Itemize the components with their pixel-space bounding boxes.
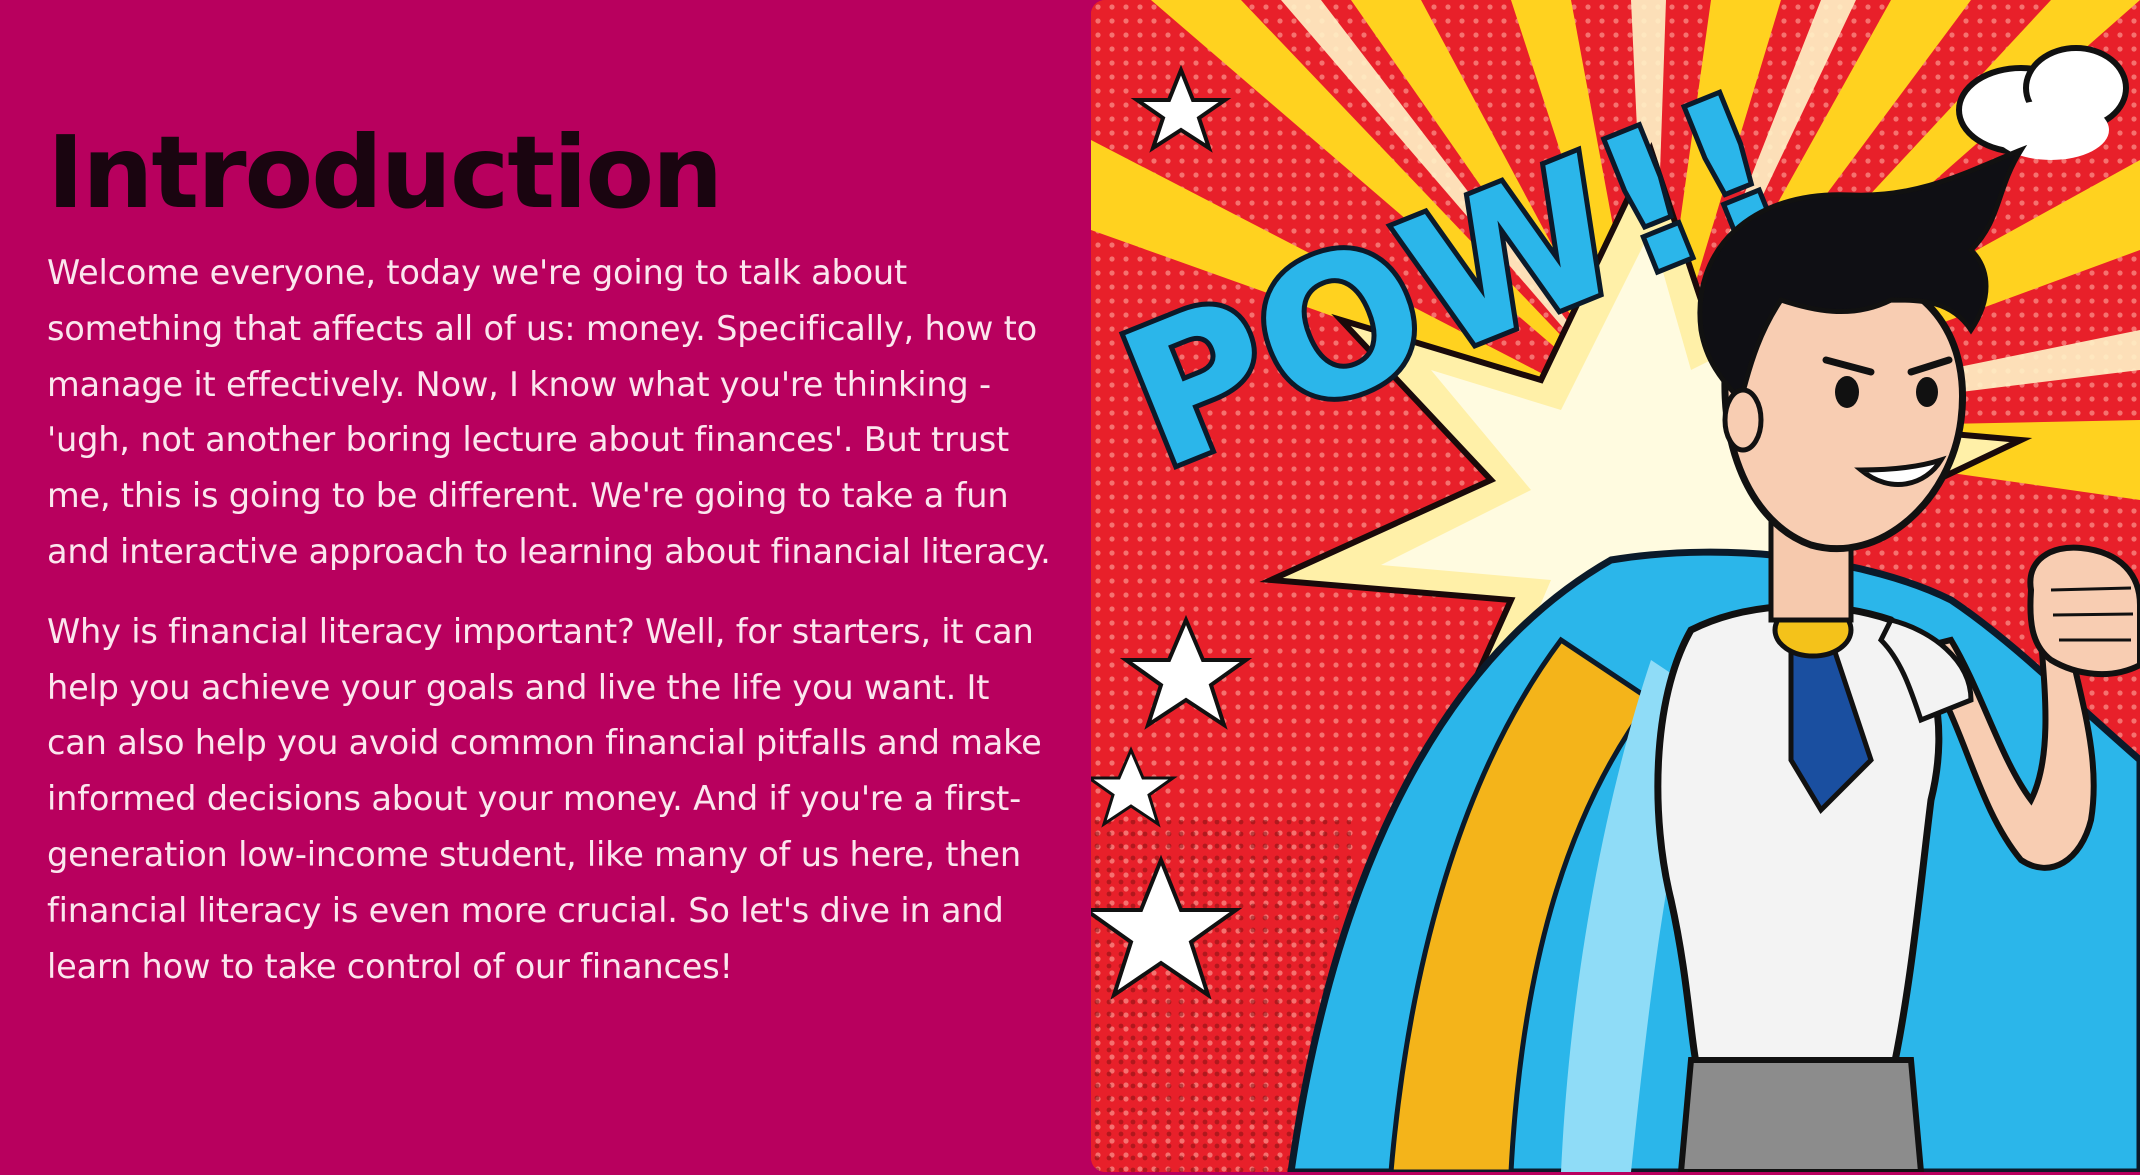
intro-paragraph-2: Why is financial literacy important? Wel… <box>47 611 1042 986</box>
intro-paragraph-1: Welcome everyone, today we're going to t… <box>47 253 1051 571</box>
text-column: Introduction Welcome everyone, today we'… <box>47 110 1057 994</box>
comic-illustration: POW!! <box>1091 0 2140 1172</box>
slide-title: Introduction <box>47 114 723 231</box>
hero-fist <box>2027 544 2140 678</box>
slide: Introduction Welcome everyone, today we'… <box>0 0 2140 1175</box>
comic-superhero-image: POW!! <box>1091 0 2140 1172</box>
hero-pants <box>1677 1057 1925 1172</box>
